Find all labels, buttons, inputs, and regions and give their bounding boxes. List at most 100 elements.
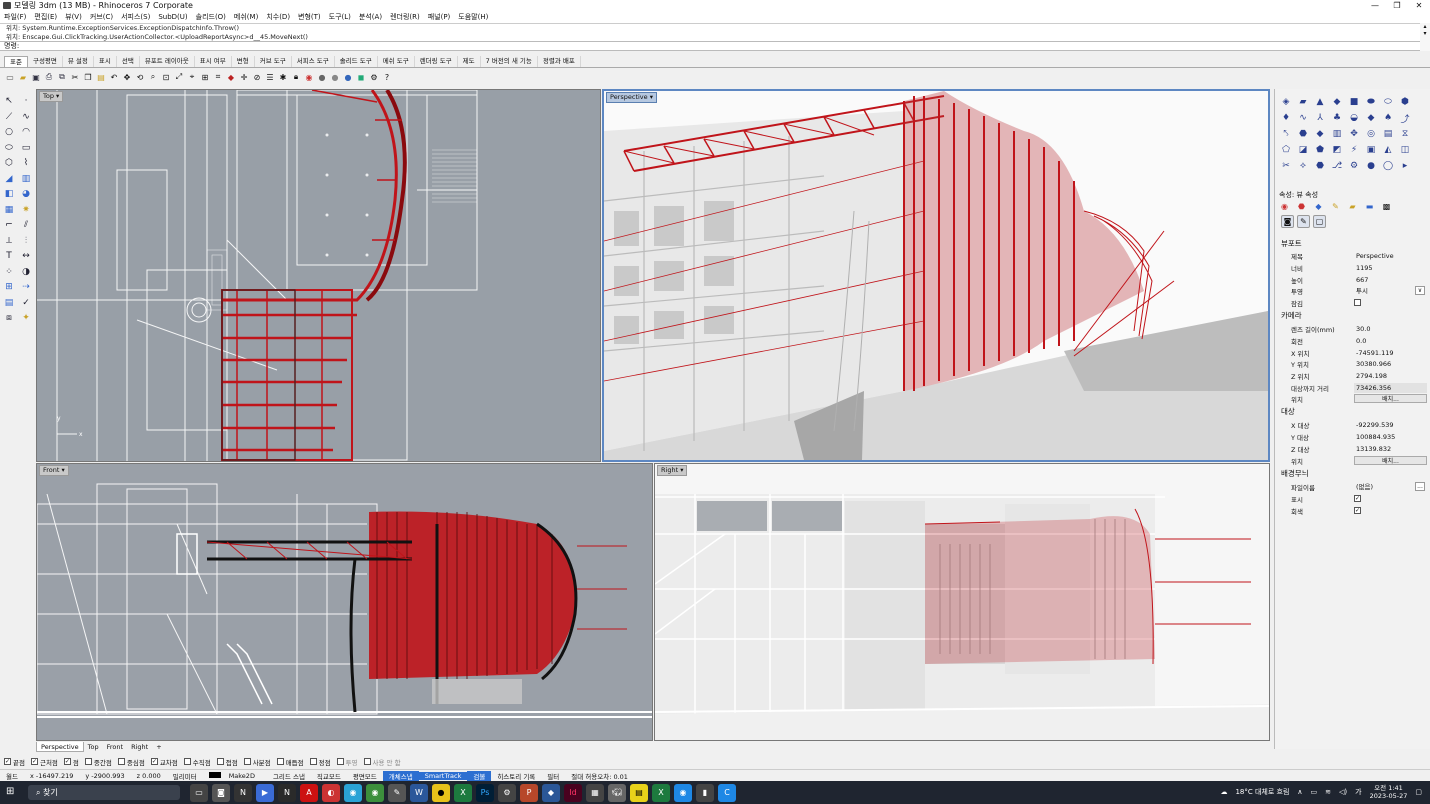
trim-srf-icon[interactable]: ⬟ bbox=[1313, 143, 1327, 157]
status-osnap[interactable]: 개체스냅 bbox=[382, 770, 419, 781]
sweep-icon[interactable]: ∿ bbox=[1296, 111, 1310, 125]
cylinder-icon[interactable]: ■ bbox=[1347, 95, 1361, 109]
status-history[interactable]: 히스토리 기록 bbox=[491, 771, 541, 781]
chrome-app-icon[interactable]: ◉ bbox=[366, 784, 384, 802]
wire-cut-icon[interactable]: ✂ bbox=[1279, 159, 1293, 173]
osnap-point[interactable]: ✓ 점 bbox=[63, 757, 79, 767]
select-icon[interactable]: ◆ bbox=[225, 71, 237, 83]
status-grid-snap[interactable]: 그리드 스냅 bbox=[267, 771, 311, 781]
indesign-app-icon[interactable]: Id bbox=[564, 784, 582, 802]
rebuild-icon[interactable]: ⬠ bbox=[1279, 143, 1293, 157]
object-properties-icon[interactable]: ⊘ bbox=[251, 71, 263, 83]
ellipse-icon[interactable]: ⬭ bbox=[2, 141, 16, 155]
zoom-extents-icon[interactable]: ⤢ bbox=[173, 71, 185, 83]
point-icon[interactable]: · bbox=[19, 94, 33, 108]
copy-icon[interactable]: ❐ bbox=[82, 71, 94, 83]
folder-prop-icon[interactable]: ▰ bbox=[1347, 201, 1358, 212]
tab-curve-tools[interactable]: 커브 도구 bbox=[255, 56, 292, 67]
shell-icon[interactable]: ◫ bbox=[1398, 143, 1412, 157]
sketch-app-icon[interactable]: ✎ bbox=[388, 784, 406, 802]
surface-icon[interactable]: ◢ bbox=[2, 172, 16, 186]
menu-surface[interactable]: 서피스(S) bbox=[117, 12, 154, 22]
media-app-icon[interactable]: ▶ bbox=[256, 784, 274, 802]
explode-icon[interactable]: ✥ bbox=[1347, 127, 1361, 141]
help-icon[interactable]: ? bbox=[381, 71, 393, 83]
untrim-icon[interactable]: ◩ bbox=[1330, 143, 1344, 157]
cortana-app-icon[interactable]: C bbox=[718, 784, 736, 802]
options-icon[interactable]: ⚙ bbox=[368, 71, 380, 83]
menu-mesh[interactable]: 메쉬(M) bbox=[230, 12, 262, 22]
taskbar-search[interactable]: ⌕ 찾기 bbox=[28, 785, 180, 800]
light-icon[interactable]: ✱ bbox=[277, 71, 289, 83]
object-prop-icon[interactable]: ◆ bbox=[1313, 201, 1324, 212]
contour-icon[interactable]: ◎ bbox=[1364, 127, 1378, 141]
locked-checkbox[interactable] bbox=[1354, 299, 1361, 306]
prop-width-value[interactable]: 1195 bbox=[1354, 263, 1427, 273]
cplane-icon[interactable]: ⌗ bbox=[212, 71, 224, 83]
wifi-icon[interactable]: ≋ bbox=[1325, 788, 1331, 796]
extrude-crv-icon[interactable]: ⤣ bbox=[1279, 127, 1293, 141]
vp-tab-right[interactable]: Right bbox=[127, 742, 152, 752]
wireframe-sphere-icon[interactable]: ● bbox=[316, 71, 328, 83]
network-icon[interactable]: ▭ bbox=[1311, 788, 1318, 796]
tab-visibility[interactable]: 표시 여부 bbox=[195, 56, 232, 67]
paste-icon[interactable]: ▤ bbox=[95, 71, 107, 83]
circle-icon[interactable]: ○ bbox=[2, 125, 16, 139]
viewport-front[interactable]: Front ▾ bbox=[36, 463, 653, 741]
merge-icon[interactable]: ⧖ bbox=[1398, 127, 1412, 141]
ypos-value[interactable]: 30380.966 bbox=[1354, 359, 1427, 369]
text-icon[interactable]: T bbox=[2, 249, 16, 263]
viewport-label-perspective[interactable]: Perspective ▾ bbox=[606, 92, 657, 103]
menu-transform[interactable]: 변형(T) bbox=[294, 12, 325, 22]
rhino-app-icon[interactable]: 🦏︎ bbox=[608, 784, 626, 802]
rendered-sphere-icon[interactable]: ● bbox=[342, 71, 354, 83]
tab-display[interactable]: 표시 bbox=[94, 56, 117, 67]
status-smarttrack[interactable]: SmartTrack bbox=[418, 771, 468, 780]
mesh-icon[interactable]: ▦ bbox=[2, 203, 16, 217]
render-icon[interactable]: ◼ bbox=[355, 71, 367, 83]
fillet-icon[interactable]: ⌐ bbox=[2, 218, 16, 232]
color-wheel-icon[interactable]: ◉ bbox=[303, 71, 315, 83]
light-prop-icon[interactable]: ✎ bbox=[1330, 201, 1341, 212]
four-views-icon[interactable]: ⊞ bbox=[199, 71, 211, 83]
solid-box-icon[interactable]: ⬢ bbox=[1398, 95, 1412, 109]
color-prop-icon[interactable]: ◉ bbox=[1279, 201, 1290, 212]
windows-start-icon[interactable]: ⊞ bbox=[6, 786, 14, 797]
command-history-scrollbar[interactable]: ▴ ▾ bbox=[1420, 23, 1430, 51]
import-icon[interactable]: ⧉ bbox=[56, 71, 68, 83]
chamfer-icon[interactable]: ◭ bbox=[1381, 143, 1395, 157]
vp-tab-perspective[interactable]: Perspective bbox=[36, 742, 84, 752]
ztarget-value[interactable]: 13139.832 bbox=[1354, 444, 1427, 454]
sphere-tool-icon[interactable]: ● bbox=[1364, 159, 1378, 173]
layout-icon[interactable]: ▤ bbox=[2, 296, 16, 310]
cap-icon[interactable]: ◆ bbox=[1313, 127, 1327, 141]
camera-icon[interactable]: ◙ bbox=[1281, 215, 1294, 228]
select-arrow-icon[interactable]: ↖ bbox=[2, 94, 16, 108]
excel-app-icon[interactable]: X bbox=[454, 784, 472, 802]
dimension-icon[interactable]: ↔ bbox=[19, 249, 33, 263]
analytics-app-icon[interactable]: ▮ bbox=[696, 784, 714, 802]
dupe-edge-icon[interactable]: ⟡ bbox=[1296, 159, 1310, 173]
checker-prop-icon[interactable]: ▩ bbox=[1381, 201, 1392, 212]
light-tool-icon[interactable]: ✷ bbox=[19, 203, 33, 217]
sphere-icon[interactable]: ◕ bbox=[19, 187, 33, 201]
menu-dimension[interactable]: 치수(D) bbox=[262, 12, 294, 22]
zoom-icon[interactable]: ⌕ bbox=[147, 71, 159, 83]
zoom-selected-icon[interactable]: ⌖ bbox=[186, 71, 198, 83]
mirror-icon[interactable]: ⎇ bbox=[1330, 159, 1344, 173]
tab-new-in-v7[interactable]: 7 버전의 새 기능 bbox=[481, 56, 538, 67]
match-icon[interactable]: ⚡ bbox=[1347, 143, 1361, 157]
acrobat-app-icon[interactable]: A bbox=[300, 784, 318, 802]
weather-text[interactable]: 18°C 대체로 흐림 bbox=[1235, 787, 1289, 797]
move-icon[interactable]: ✛ bbox=[238, 71, 250, 83]
status-layer[interactable]: Make2D bbox=[203, 771, 267, 780]
ytarget-value[interactable]: 100884.935 bbox=[1354, 432, 1427, 442]
pan-icon[interactable]: ✥ bbox=[121, 71, 133, 83]
clock[interactable]: 오전 1:41 2023-05-27 bbox=[1370, 784, 1408, 800]
osnap-project[interactable]: 투영 bbox=[336, 757, 358, 767]
edge-icon[interactable]: ◆ bbox=[1364, 111, 1378, 125]
gray-checkbox[interactable]: ✓ bbox=[1354, 507, 1361, 514]
vp-tab-front[interactable]: Front bbox=[103, 742, 127, 752]
display-prop-icon[interactable]: ▬ bbox=[1364, 201, 1375, 212]
save-icon[interactable]: ▣ bbox=[30, 71, 42, 83]
